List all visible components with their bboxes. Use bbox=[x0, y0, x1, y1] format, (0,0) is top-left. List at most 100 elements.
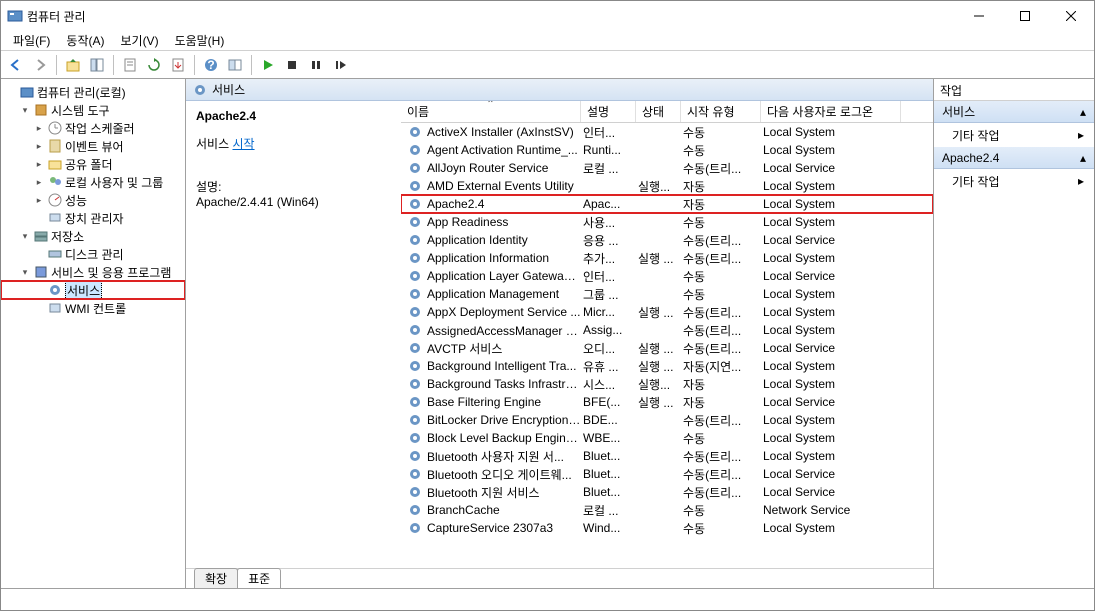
cell-desc: Runti... bbox=[581, 143, 636, 157]
tree-task-scheduler[interactable]: ▸작업 스케줄러 bbox=[1, 119, 185, 137]
tree-local-users[interactable]: ▸로컬 사용자 및 그룹 bbox=[1, 173, 185, 191]
show-hide-button[interactable] bbox=[86, 54, 108, 76]
tab-extended[interactable]: 확장 bbox=[194, 568, 238, 588]
menu-view[interactable]: 보기(V) bbox=[114, 32, 164, 49]
gear-icon bbox=[407, 412, 423, 428]
actions-section-apache[interactable]: Apache2.4▴ bbox=[934, 147, 1094, 169]
start-service-button[interactable] bbox=[257, 54, 279, 76]
service-row[interactable]: BranchCache로컬 ...수동Network Service bbox=[401, 501, 933, 519]
cell-logon: Local Service bbox=[761, 341, 901, 355]
close-button[interactable] bbox=[1048, 1, 1094, 31]
service-row[interactable]: Base Filtering EngineBFE(...실행 ...자동Loca… bbox=[401, 393, 933, 411]
tree-services[interactable]: 서비스 bbox=[1, 281, 185, 299]
service-row[interactable]: Application Information추가...실행 ...수동(트리.… bbox=[401, 249, 933, 267]
forward-button[interactable] bbox=[29, 54, 51, 76]
tree-system-tools[interactable]: ▾시스템 도구 bbox=[1, 101, 185, 119]
pause-service-button[interactable] bbox=[305, 54, 327, 76]
cell-desc: 사용... bbox=[581, 214, 636, 231]
cell-desc: Wind... bbox=[581, 521, 636, 535]
actions-more-1[interactable]: 기타 작업▸ bbox=[934, 123, 1094, 147]
collapse-icon: ▴ bbox=[1080, 105, 1086, 119]
service-row[interactable]: Application Identity응용 ...수동(트리...Local … bbox=[401, 231, 933, 249]
col-start[interactable]: 시작 유형 bbox=[681, 101, 761, 122]
tab-standard[interactable]: 표준 bbox=[237, 568, 281, 588]
tree-storage[interactable]: ▾저장소 bbox=[1, 227, 185, 245]
tree-performance[interactable]: ▸성능 bbox=[1, 191, 185, 209]
tree-device-manager[interactable]: 장치 관리자 bbox=[1, 209, 185, 227]
cell-name: CaptureService 2307a3 bbox=[425, 521, 581, 535]
service-row[interactable]: App Readiness사용...수동Local System bbox=[401, 213, 933, 231]
cell-start: 수동(트리... bbox=[681, 340, 761, 357]
refresh-button[interactable] bbox=[143, 54, 165, 76]
service-row[interactable]: AssignedAccessManager 서...Assig...수동(트리.… bbox=[401, 321, 933, 339]
minimize-button[interactable] bbox=[956, 1, 1002, 31]
submenu-icon: ▸ bbox=[1078, 174, 1084, 188]
service-row[interactable]: Bluetooth 오디오 게이트웨...Bluet...수동(트리...Loc… bbox=[401, 465, 933, 483]
gear-icon bbox=[407, 340, 423, 356]
start-link[interactable]: 시작 bbox=[232, 137, 254, 151]
cell-name: BranchCache bbox=[425, 503, 581, 517]
back-button[interactable] bbox=[5, 54, 27, 76]
menu-help[interactable]: 도움말(H) bbox=[169, 32, 231, 49]
tree-disk-management[interactable]: 디스크 관리 bbox=[1, 245, 185, 263]
status-bar bbox=[1, 588, 1094, 610]
description-label: 설명: bbox=[196, 178, 391, 195]
collapse-icon: ▴ bbox=[1080, 151, 1086, 165]
service-row[interactable]: Agent Activation Runtime_...Runti...수동Lo… bbox=[401, 141, 933, 159]
tree-root[interactable]: 컴퓨터 관리(로컬) bbox=[1, 83, 185, 101]
menu-file[interactable]: 파일(F) bbox=[7, 32, 56, 49]
service-row[interactable]: AllJoyn Router Service로컬 ...수동(트리...Loca… bbox=[401, 159, 933, 177]
help-button[interactable]: ? bbox=[200, 54, 222, 76]
service-row[interactable]: Bluetooth 지원 서비스Bluet...수동(트리...Local Se… bbox=[401, 483, 933, 501]
gear-icon bbox=[407, 250, 423, 266]
gear-icon bbox=[407, 394, 423, 410]
export-button[interactable] bbox=[167, 54, 189, 76]
cell-start: 수동(트리... bbox=[681, 322, 761, 339]
service-row[interactable]: Application Management그룹 ...수동Local Syst… bbox=[401, 285, 933, 303]
tree-event-viewer[interactable]: ▸이벤트 뷰어 bbox=[1, 137, 185, 155]
col-logon[interactable]: 다음 사용자로 로그온 bbox=[761, 101, 901, 122]
cell-desc: 인터... bbox=[581, 268, 636, 285]
service-row[interactable]: Block Level Backup Engine ...WBE...수동Loc… bbox=[401, 429, 933, 447]
restart-service-button[interactable] bbox=[329, 54, 351, 76]
service-row[interactable]: BitLocker Drive Encryption ...BDE...수동(트… bbox=[401, 411, 933, 429]
gear-icon bbox=[407, 502, 423, 518]
service-row[interactable]: CaptureService 2307a3Wind...수동Local Syst… bbox=[401, 519, 933, 537]
service-rows[interactable]: ActiveX Installer (AxInstSV)인터...수동Local… bbox=[401, 123, 933, 568]
gear-icon bbox=[407, 232, 423, 248]
description-value: Apache/2.4.41 (Win64) bbox=[196, 195, 391, 209]
gear-icon bbox=[192, 82, 208, 98]
cell-desc: 그룹 ... bbox=[581, 286, 636, 303]
col-name[interactable]: 이름 bbox=[401, 101, 581, 122]
col-desc[interactable]: 설명 bbox=[581, 101, 636, 122]
service-row[interactable]: Background Tasks Infrastru...시스...실행...자… bbox=[401, 375, 933, 393]
tree-services-apps[interactable]: ▾서비스 및 응용 프로그램 bbox=[1, 263, 185, 281]
cell-start: 수동 bbox=[681, 124, 761, 141]
toolbar: ? bbox=[1, 51, 1094, 79]
stop-service-button[interactable] bbox=[281, 54, 303, 76]
service-row[interactable]: Background Intelligent Tra...유휴 ...실행 ..… bbox=[401, 357, 933, 375]
actions-section-services[interactable]: 서비스▴ bbox=[934, 101, 1094, 123]
menu-action[interactable]: 동작(A) bbox=[60, 32, 110, 49]
cell-name: Bluetooth 오디오 게이트웨... bbox=[425, 466, 581, 483]
service-row[interactable]: AppX Deployment Service ...Micr...실행 ...… bbox=[401, 303, 933, 321]
properties-button[interactable] bbox=[119, 54, 141, 76]
tree-shared-folders[interactable]: ▸공유 폴더 bbox=[1, 155, 185, 173]
service-row[interactable]: AVCTP 서비스오디...실행 ...수동(트리...Local Servic… bbox=[401, 339, 933, 357]
maximize-button[interactable] bbox=[1002, 1, 1048, 31]
title-bar: 컴퓨터 관리 bbox=[1, 1, 1094, 31]
service-row[interactable]: ActiveX Installer (AxInstSV)인터...수동Local… bbox=[401, 123, 933, 141]
service-row[interactable]: Bluetooth 사용자 지원 서...Bluet...수동(트리...Loc… bbox=[401, 447, 933, 465]
actions-more-2[interactable]: 기타 작업▸ bbox=[934, 169, 1094, 193]
up-button[interactable] bbox=[62, 54, 84, 76]
toolbar-button[interactable] bbox=[224, 54, 246, 76]
service-row[interactable]: Apache2.4Apac...자동Local System bbox=[401, 195, 933, 213]
col-status[interactable]: 상태 bbox=[636, 101, 681, 122]
cell-desc: Micr... bbox=[581, 305, 636, 319]
tree-wmi[interactable]: WMI 컨트롤 bbox=[1, 299, 185, 317]
cell-name: Application Identity bbox=[425, 233, 581, 247]
service-row[interactable]: Application Layer Gateway ...인터...수동Loca… bbox=[401, 267, 933, 285]
cell-name: BitLocker Drive Encryption ... bbox=[425, 413, 581, 427]
navigation-tree[interactable]: 컴퓨터 관리(로컬) ▾시스템 도구 ▸작업 스케줄러 ▸이벤트 뷰어 ▸공유 … bbox=[1, 79, 186, 588]
service-row[interactable]: AMD External Events Utility실행...자동Local … bbox=[401, 177, 933, 195]
